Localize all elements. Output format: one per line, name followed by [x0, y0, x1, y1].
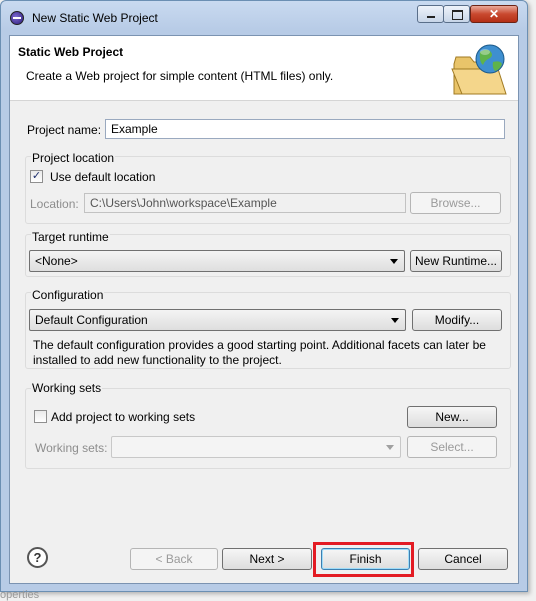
working-sets-select[interactable]: [111, 436, 401, 458]
back-button[interactable]: < Back: [130, 548, 218, 570]
page-description: Create a Web project for simple content …: [26, 69, 334, 83]
target-runtime-title: Target runtime: [31, 230, 110, 244]
new-working-set-button[interactable]: New...: [407, 406, 497, 428]
configuration-description-line1: The default configuration provides a goo…: [33, 338, 486, 352]
help-icon[interactable]: ?: [27, 547, 48, 568]
maximize-icon: [452, 10, 463, 20]
cancel-button[interactable]: Cancel: [418, 548, 508, 570]
target-runtime-value: <None>: [35, 254, 78, 268]
browse-button[interactable]: Browse...: [410, 192, 501, 214]
add-to-working-sets-checkbox[interactable]: [34, 410, 47, 423]
page-title: Static Web Project: [18, 45, 124, 59]
configuration-select[interactable]: Default Configuration: [29, 309, 406, 331]
wizard-content: Static Web Project Create a Web project …: [9, 35, 519, 584]
target-runtime-select[interactable]: <None>: [29, 250, 405, 272]
wizard-header: Static Web Project Create a Web project …: [10, 36, 518, 101]
location-label: Location:: [30, 197, 79, 211]
configuration-value: Default Configuration: [35, 313, 148, 327]
title-bar[interactable]: New Static Web Project ✕: [1, 1, 527, 35]
close-button[interactable]: ✕: [470, 5, 518, 23]
configuration-description-line2: installed to add new functionality to th…: [33, 353, 282, 367]
project-name-label: Project name:: [27, 123, 102, 137]
finish-highlight-box: [313, 542, 414, 577]
configuration-title: Configuration: [31, 288, 105, 302]
background-properties-text: operties: [0, 589, 40, 601]
maximize-button[interactable]: [443, 5, 470, 23]
dropdown-arrow-icon: [390, 259, 398, 264]
minimize-button[interactable]: [417, 5, 444, 23]
new-runtime-button[interactable]: New Runtime...: [410, 250, 502, 272]
location-input[interactable]: C:\Users\John\workspace\Example: [84, 193, 406, 213]
select-working-sets-button[interactable]: Select...: [407, 436, 497, 458]
close-icon: ✕: [488, 7, 500, 21]
working-sets-title: Working sets: [31, 381, 103, 395]
working-sets-label: Working sets:: [35, 441, 108, 455]
wizard-window: New Static Web Project ✕ Static Web Proj…: [0, 0, 528, 592]
folder-globe-icon: [451, 44, 507, 95]
eclipse-icon: [10, 11, 24, 25]
dropdown-arrow-icon: [386, 445, 394, 450]
use-default-location-label: Use default location: [50, 170, 156, 184]
use-default-location-checkbox[interactable]: ✓: [30, 170, 43, 183]
add-to-working-sets-label: Add project to working sets: [51, 410, 196, 424]
modify-button[interactable]: Modify...: [412, 309, 502, 331]
window-title: New Static Web Project: [32, 11, 158, 25]
next-button[interactable]: Next >: [222, 548, 312, 570]
project-name-input[interactable]: Example: [105, 119, 505, 139]
dropdown-arrow-icon: [391, 318, 399, 323]
minimize-icon: [427, 16, 435, 18]
checkmark-icon: ✓: [31, 170, 42, 182]
project-location-title: Project location: [31, 151, 116, 165]
